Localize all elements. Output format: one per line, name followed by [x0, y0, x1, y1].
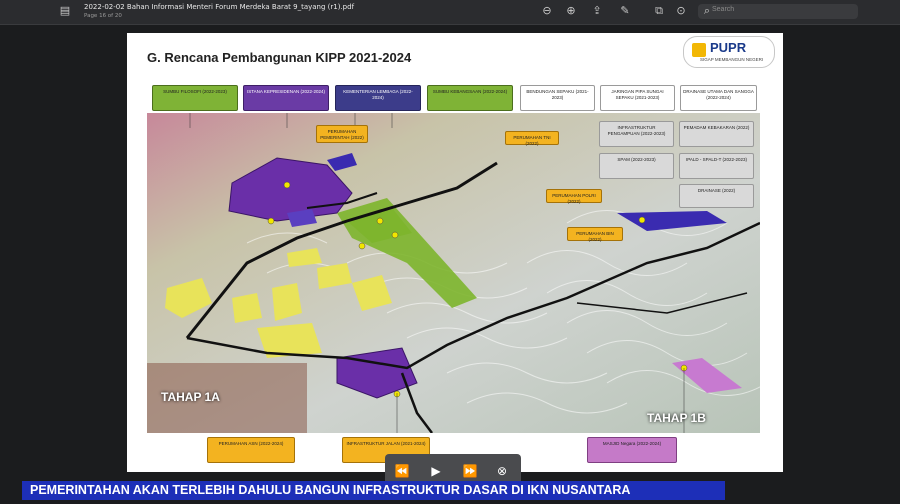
label-perumahan-pemerintah: PERUMAHAN PEMERINTAH (2022) — [316, 125, 368, 143]
pupr-logo: PUPR SIGAP MEMBANGUN NEGERI — [683, 36, 775, 68]
label-sumbu-filosofi: SUMBU FILOSOFI (2022-2023) — [152, 85, 238, 111]
viewer-toolbar: ▤ 2022-02-02 Bahan Informasi Menteri For… — [0, 0, 900, 25]
document-title: 2022-02-02 Bahan Informasi Menteri Forum… — [84, 3, 355, 11]
label-pemadam-kebakaran: PEMADAM KEBAKARAN (2022) — [679, 121, 754, 147]
label-perumahan-tni: PERUMAHAN TNI (2022) — [505, 131, 559, 146]
annotate-icon[interactable]: ⊙ — [674, 4, 688, 18]
page-indicator: Page 16 of 20 — [84, 13, 122, 19]
label-perumahan-asn: PERUMAHAN ASN (2022-2024) — [207, 437, 295, 463]
label-ipald-spald: IPALD - SPALD-T (2022-2023) — [679, 153, 754, 179]
tahap-1a-label: TAHAP 1A — [161, 390, 220, 404]
label-drainase: DRAINASE (2022) — [679, 184, 754, 208]
next-slide-button[interactable]: ⏩ — [461, 462, 479, 480]
slide-title: G. Rencana Pembangunan KIPP 2021-2024 — [147, 50, 412, 65]
label-infrastruktur-pengampuan: INFRASTRUKTUR PENGAMPUAN (2022-2023) — [599, 121, 674, 147]
label-spam: SPAM (2022-2023) — [599, 153, 674, 179]
logo-subtitle: SIGAP MEMBANGUN NEGERI — [700, 57, 764, 62]
label-perumahan-polri: PERUMAHAN POLRI (2022) — [546, 189, 602, 204]
news-caption-bar: PEMERINTAHAN AKAN TERLEBIH DAHULU BANGUN… — [22, 481, 725, 500]
previous-slide-button[interactable]: ⏪ — [393, 462, 411, 480]
pupr-emblem-icon — [692, 43, 706, 57]
markup-icon[interactable]: ✎ — [618, 4, 632, 18]
label-perumahan-bin: PERUMAHAN BIN (2022) — [567, 227, 623, 242]
sidebar-toggle-icon[interactable]: ▤ — [58, 4, 72, 18]
search-placeholder: Search — [712, 6, 735, 13]
label-bendungan-sepaku: BENDUNGAN SEPAKU (2021-2023) — [520, 85, 595, 111]
slide-page: G. Rencana Pembangunan KIPP 2021-2024 PU… — [127, 33, 783, 472]
label-masjid-negara: MASJID Negara (2022-2024) — [587, 437, 677, 463]
close-presentation-button[interactable]: ⊗ — [493, 462, 511, 480]
label-sumbu-kebangsaan: SUMBU KEBANGSAAN (2022-2024) — [427, 85, 513, 111]
duplicate-icon[interactable]: ⧉ — [652, 4, 666, 18]
label-kementerian-lembaga: KEMENTERIAN LEMBAGA (2022-2024) — [335, 85, 421, 111]
share-icon[interactable]: ⇪ — [590, 4, 604, 18]
logo-text: PUPR — [710, 40, 747, 55]
label-jaringan-pipa: JARINGAN PIPA SUNGAI SEPAKU (2021-2023) — [600, 85, 675, 111]
search-input[interactable]: ⌕ Search — [698, 4, 858, 19]
tahap-1b-label: TAHAP 1B — [647, 411, 706, 425]
label-drainase-utama: DRAINASE UTAMA DAN SANGGA (2022-2024) — [680, 85, 757, 111]
label-istana-kepresidenan: ISTANA KEPRESIDENAN (2022-2024) — [243, 85, 329, 111]
zoom-out-icon[interactable]: ⊖ — [540, 4, 554, 18]
play-button[interactable]: ▶ — [427, 462, 445, 480]
zoom-in-icon[interactable]: ⊕ — [564, 4, 578, 18]
